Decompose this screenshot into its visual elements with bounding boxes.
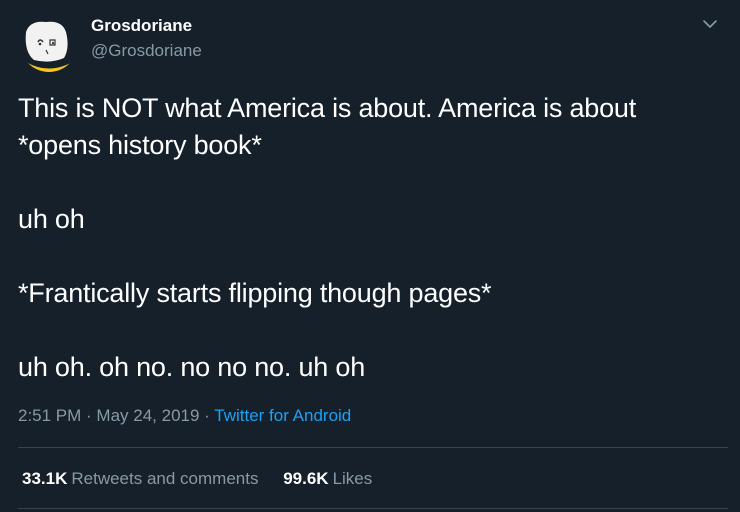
user-handle[interactable]: @Grosdoriane <box>91 40 202 62</box>
divider <box>18 447 728 448</box>
tweet-paragraph: *Frantically starts flipping though page… <box>18 278 492 308</box>
retweets-label: Retweets and comments <box>71 469 259 488</box>
tweet-meta: 2:51 PM · May 24, 2019 · Twitter for And… <box>18 405 351 427</box>
tweet-source-link[interactable]: Twitter for Android <box>214 406 351 425</box>
meta-separator: · <box>81 406 97 425</box>
likes-stat[interactable]: 99.6K Likes <box>283 468 372 490</box>
meta-separator: · <box>199 406 215 425</box>
tweet-date[interactable]: May 24, 2019 <box>96 406 199 425</box>
likes-count: 99.6K <box>283 469 329 488</box>
retweets-stat[interactable]: 33.1K Retweets and comments <box>22 468 258 490</box>
tweet-time[interactable]: 2:51 PM <box>18 406 81 425</box>
display-name[interactable]: Grosdoriane <box>91 16 202 36</box>
retweets-count: 33.1K <box>22 469 68 488</box>
author-names: Grosdoriane @Grosdoriane <box>91 16 202 62</box>
cartoon-face-avatar-icon <box>25 21 76 72</box>
tweet-paragraph: uh oh. oh no. no no no. uh oh <box>18 352 366 382</box>
divider <box>18 508 728 509</box>
likes-label: Likes <box>332 469 373 488</box>
tweet-paragraph: This is NOT what America is about. Ameri… <box>18 93 637 160</box>
tweet-paragraph: uh oh <box>18 204 85 234</box>
tweet-stats: 33.1K Retweets and comments 99.6K Likes <box>22 468 392 490</box>
tweet-header: Grosdoriane @Grosdoriane <box>20 14 720 74</box>
avatar[interactable] <box>20 14 78 72</box>
tweet-card: Grosdoriane @Grosdoriane This is NOT wha… <box>0 0 740 512</box>
tweet-text: This is NOT what America is about. Ameri… <box>18 90 718 386</box>
chevron-down-icon[interactable] <box>700 14 720 34</box>
